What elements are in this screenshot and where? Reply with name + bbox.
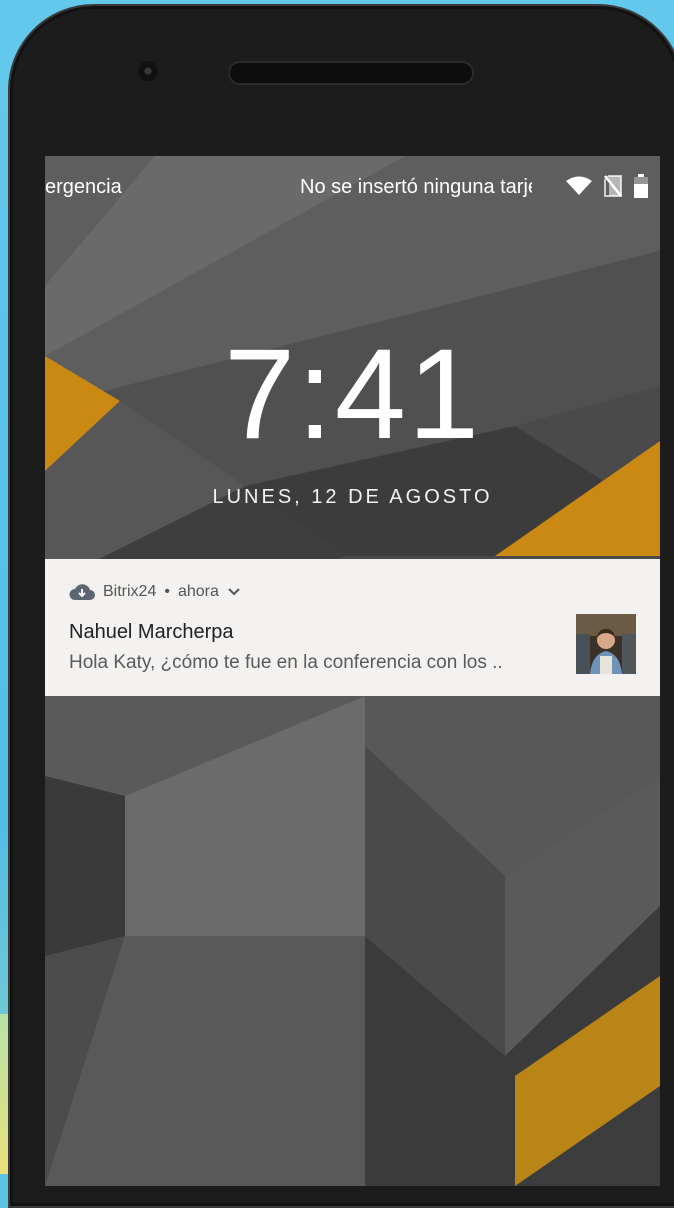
lockscreen-date: LUNES, 12 DE AGOSTO <box>212 486 493 508</box>
cloud-icon <box>69 584 95 600</box>
avatar <box>576 614 636 674</box>
lockscreen-clock: 7:41 <box>223 323 482 466</box>
notification-app-name: Bitrix24 <box>103 583 157 600</box>
front-camera <box>138 61 158 81</box>
battery-icon <box>634 174 648 198</box>
notification-time: ahora <box>177 583 219 600</box>
notification-header: Bitrix24 • ahora <box>69 583 241 601</box>
notification-body: Hola Katy, ¿cómo te fue en la conferenci… <box>69 652 503 673</box>
no-sim-icon <box>604 175 622 197</box>
status-bar[interactable]: ergencia No se insertó ninguna tarjeta S… <box>45 156 660 218</box>
chevron-down-icon[interactable] <box>227 587 241 597</box>
status-text-left: ergencia <box>45 176 122 198</box>
earpiece-speaker <box>230 63 472 83</box>
status-text-sim: No se insertó ninguna tarjeta SIM <box>300 176 532 198</box>
notification-title: Nahuel Marcherpa <box>69 621 234 643</box>
wifi-icon <box>566 176 592 195</box>
status-icons <box>566 174 648 198</box>
notification-separator: • <box>164 583 170 600</box>
phone-frame: ergencia No se insertó ninguna tarjeta S… <box>8 4 674 1208</box>
lock-screen[interactable]: ergencia No se insertó ninguna tarjeta S… <box>45 156 660 1186</box>
notification-card[interactable]: Bitrix24 • ahora Nahuel Marcherpa Hola K… <box>45 559 660 696</box>
